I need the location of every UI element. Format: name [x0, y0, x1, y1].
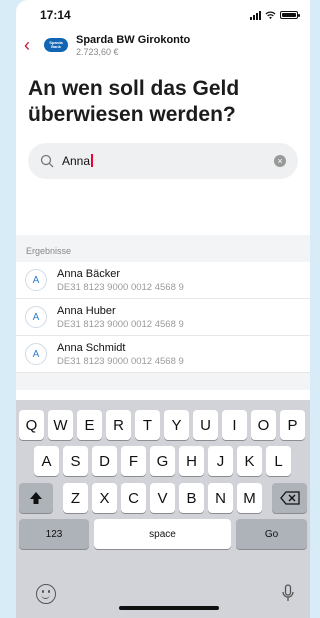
key-o[interactable]: O: [251, 410, 276, 440]
key-a[interactable]: A: [34, 446, 59, 476]
key-j[interactable]: J: [208, 446, 233, 476]
account-balance: 2.723,60 €: [76, 46, 119, 57]
text-cursor: [91, 154, 93, 167]
status-bar: 17:14: [16, 0, 310, 30]
phone-screen: 17:14 ‹ Sparda Bank Sparda BW Girokonto 2…: [16, 0, 310, 618]
keyboard: Q W E R T Y U I O P A S D F G H J K L Z …: [16, 400, 310, 618]
key-e[interactable]: E: [77, 410, 102, 440]
key-f[interactable]: F: [121, 446, 146, 476]
account-name: Sparda BW Girokonto: [76, 33, 191, 46]
wifi-icon: [265, 11, 276, 19]
account-info[interactable]: Sparda BW Girokonto 2.723,60 €: [76, 34, 190, 57]
microphone-icon[interactable]: [282, 584, 294, 604]
result-item[interactable]: A Anna Schmidt DE31 8123 9000 0012 4568 …: [16, 336, 310, 373]
result-iban: DE31 8123 9000 0012 4568 9: [57, 318, 184, 330]
account-header: ‹ Sparda Bank Sparda BW Girokonto 2.723,6…: [16, 30, 310, 60]
battery-icon: [280, 11, 300, 19]
key-z[interactable]: Z: [63, 483, 88, 513]
key-g[interactable]: G: [150, 446, 175, 476]
search-icon: [40, 154, 54, 168]
space-key[interactable]: space: [94, 519, 231, 549]
status-time: 17:14: [40, 8, 71, 22]
delete-icon: [279, 491, 300, 505]
key-w[interactable]: W: [48, 410, 73, 440]
key-v[interactable]: V: [150, 483, 175, 513]
search-input[interactable]: Anna ×: [28, 143, 298, 179]
key-x[interactable]: X: [92, 483, 117, 513]
key-t[interactable]: T: [135, 410, 160, 440]
key-s[interactable]: S: [63, 446, 88, 476]
home-indicator: [119, 606, 219, 610]
key-m[interactable]: M: [237, 483, 262, 513]
key-h[interactable]: H: [179, 446, 204, 476]
key-c[interactable]: C: [121, 483, 146, 513]
avatar: A: [25, 269, 47, 291]
emoji-icon[interactable]: [36, 584, 56, 604]
key-r[interactable]: R: [106, 410, 131, 440]
go-key[interactable]: Go: [236, 519, 307, 549]
bank-logo: Sparda Bank: [44, 38, 68, 52]
result-name: Anna Huber: [57, 304, 116, 317]
result-iban: DE31 8123 9000 0012 4568 9: [57, 281, 184, 293]
page-title: An wen soll das Geld überwiesen werden?: [28, 77, 240, 126]
numbers-key[interactable]: 123: [19, 519, 89, 549]
back-chevron-icon[interactable]: ‹: [24, 36, 40, 54]
results-label: Ergebnisse: [26, 246, 72, 256]
avatar: A: [25, 306, 47, 328]
key-n[interactable]: N: [208, 483, 233, 513]
shift-key[interactable]: [19, 483, 53, 513]
result-name: Anna Bäcker: [57, 267, 120, 280]
result-item[interactable]: A Anna Huber DE31 8123 9000 0012 4568 9: [16, 299, 310, 336]
key-i[interactable]: I: [222, 410, 247, 440]
key-l[interactable]: L: [266, 446, 291, 476]
results-section: Ergebnisse A Anna Bäcker DE31 8123 9000 …: [16, 235, 310, 390]
key-y[interactable]: Y: [164, 410, 189, 440]
avatar: A: [25, 343, 47, 365]
key-q[interactable]: Q: [19, 410, 44, 440]
result-item[interactable]: A Anna Bäcker DE31 8123 9000 0012 4568 9: [16, 262, 310, 299]
key-p[interactable]: P: [280, 410, 305, 440]
result-name: Anna Schmidt: [57, 341, 126, 354]
signal-icon: [250, 10, 261, 20]
clear-icon[interactable]: ×: [274, 155, 286, 167]
result-iban: DE31 8123 9000 0012 4568 9: [57, 355, 184, 367]
key-u[interactable]: U: [193, 410, 218, 440]
shift-icon: [30, 492, 42, 504]
key-b[interactable]: B: [179, 483, 204, 513]
key-d[interactable]: D: [92, 446, 117, 476]
system-icons: [250, 10, 300, 20]
delete-key[interactable]: [272, 483, 307, 513]
search-value: Anna: [62, 154, 91, 168]
key-k[interactable]: K: [237, 446, 262, 476]
